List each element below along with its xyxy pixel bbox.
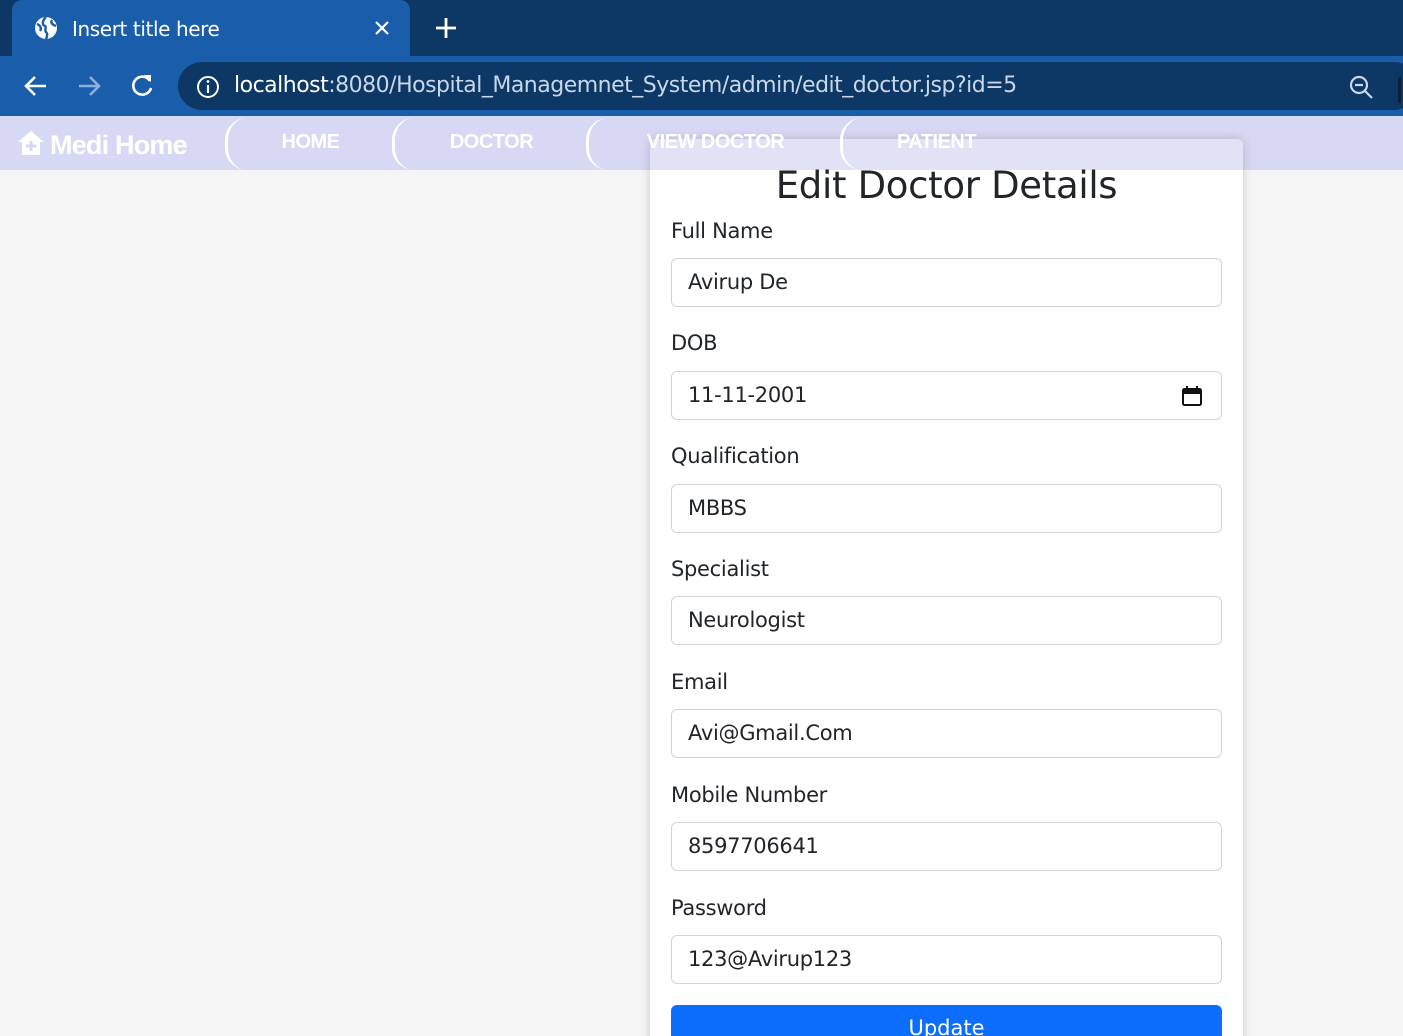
label-full-name: Full Name [671,219,773,243]
dob-date-input[interactable]: 11-11-2001 [671,371,1222,420]
mobile-number-value: 8597706641 [688,834,819,858]
nav-link-view-doctor[interactable]: VIEW DOCTOR [586,118,842,170]
specialist-input[interactable]: Neurologist [671,596,1222,645]
nav-link-home[interactable]: HOME [225,118,393,170]
url-host: localhost [234,73,329,98]
full-name-input[interactable]: Avirup De [671,258,1222,307]
calendar-icon[interactable] [1181,385,1203,407]
close-tab-icon[interactable] [370,16,394,40]
email-value: Avi@Gmail.Com [688,721,853,745]
house-plus-icon [18,131,44,155]
label-password: Password [671,896,767,920]
form-title: Edit Doctor Details [775,164,1118,207]
nav-link-label: PATIENT [896,131,977,153]
label-email: Email [671,670,728,694]
qualification-value: MBBS [688,496,747,520]
update-button[interactable]: Update [671,1005,1222,1036]
back-arrow-icon[interactable] [22,72,50,100]
forward-arrow-icon[interactable] [75,72,103,100]
brand-name: Medi Home [50,130,188,160]
label-mobile-number: Mobile Number [671,783,828,807]
nav-link-label: HOME [281,131,341,153]
url-path: :8080/Hospital_Managemnet_System/admin/e… [328,73,1017,98]
nav-link-patient[interactable]: PATIENT [840,118,1030,170]
zoom-icon[interactable] [1347,73,1375,101]
specialist-value: Neurologist [688,608,805,632]
label-qualification: Qualification [671,444,800,468]
password-input[interactable]: 123@Avirup123 [671,935,1222,984]
tab-title: Insert title here [72,17,220,41]
label-dob: DOB [671,331,718,355]
browser-tab[interactable]: Insert title here [12,0,410,56]
email-input[interactable]: Avi@Gmail.Com [671,709,1222,758]
brand-logo[interactable]: Medi Home [16,129,188,160]
qualification-input[interactable]: MBBS [671,484,1222,533]
nav-link-doctor[interactable]: DOCTOR [392,118,588,170]
browser-tab-strip: Insert title here [0,0,1403,56]
mobile-number-input[interactable]: 8597706641 [671,822,1222,871]
info-icon[interactable] [196,75,220,99]
new-tab-icon[interactable] [432,14,460,42]
globe-icon [35,16,57,40]
password-value: 123@Avirup123 [688,947,852,971]
label-specialist: Specialist [671,557,769,581]
dob-value: 11-11-2001 [688,383,808,407]
url-text[interactable]: localhost:8080/Hospital_Managemnet_Syste… [234,73,1017,98]
full-name-value: Avirup De [688,270,788,294]
toolbar-edge [1398,77,1401,103]
nav-link-label: VIEW DOCTOR [646,131,785,153]
nav-link-label: DOCTOR [449,131,534,153]
reload-icon[interactable] [128,72,156,100]
